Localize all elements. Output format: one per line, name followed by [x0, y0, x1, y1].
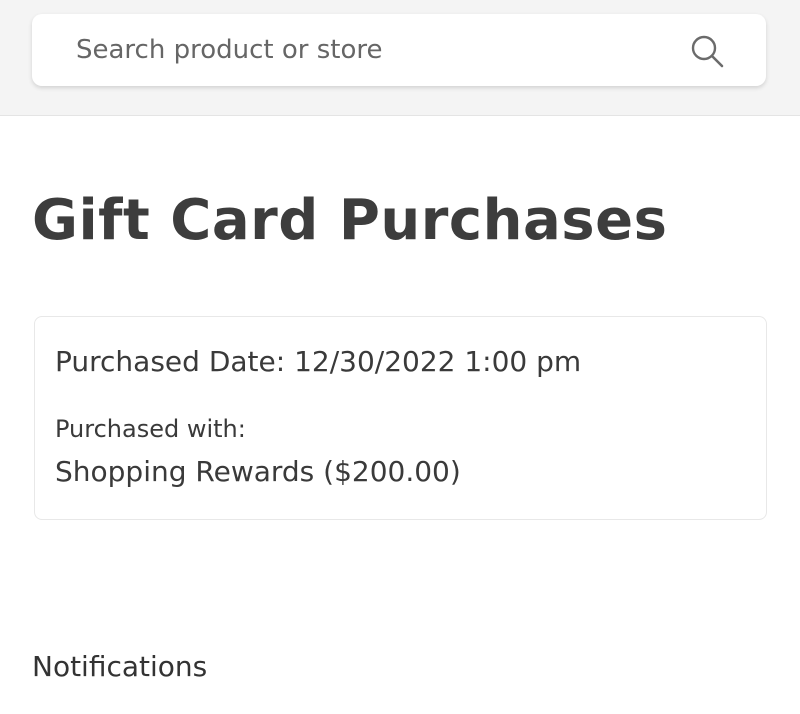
top-bar	[0, 0, 800, 116]
purchased-with-label: Purchased with:	[55, 415, 246, 443]
search-input[interactable]	[76, 20, 716, 80]
purchase-card: Purchased Date: 12/30/2022 1:00 pm Purch…	[34, 316, 767, 520]
page-title: Gift Card Purchases	[32, 188, 668, 253]
search-icon[interactable]	[690, 34, 724, 68]
purchased-with-value: Shopping Rewards ($200.00)	[55, 455, 461, 488]
notifications-heading: Notifications	[32, 650, 208, 683]
purchased-date: Purchased Date: 12/30/2022 1:00 pm	[55, 345, 582, 378]
search-box[interactable]	[32, 14, 766, 86]
